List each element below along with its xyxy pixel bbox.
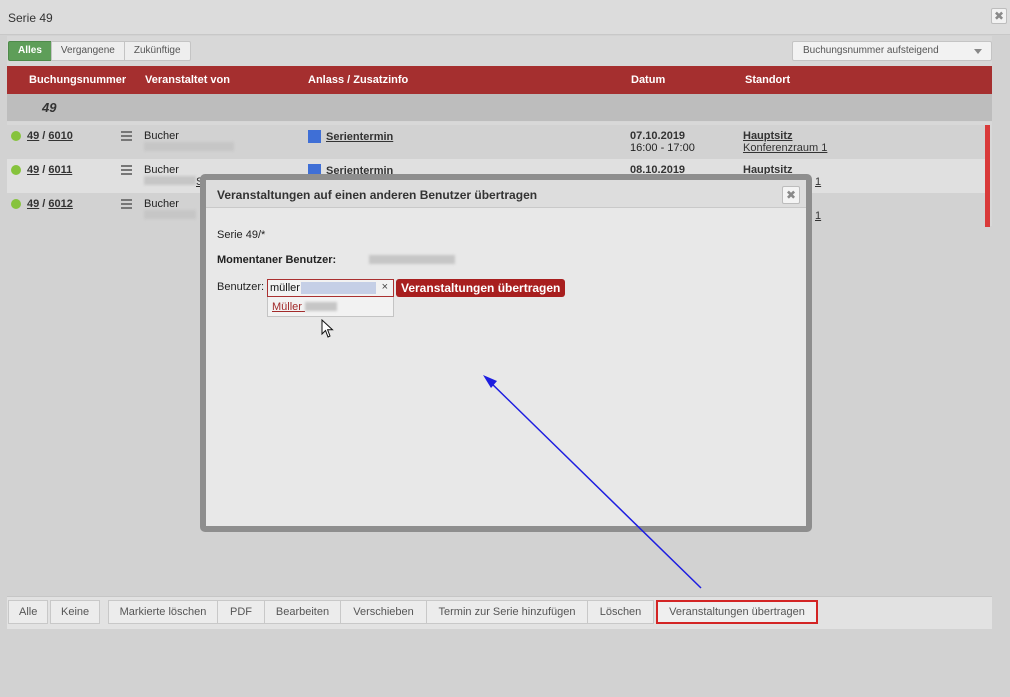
delete-marked-button[interactable]: Markierte löschen	[108, 600, 218, 624]
annotation-arrow	[483, 375, 702, 589]
transfer-events-button[interactable]: Veranstaltungen übertragen	[656, 600, 818, 624]
delete-button[interactable]: Löschen	[587, 600, 654, 624]
edit-button[interactable]: Bearbeiten	[264, 600, 341, 624]
move-button[interactable]: Verschieben	[340, 600, 427, 624]
select-none-button[interactable]: Keine	[50, 600, 100, 624]
select-all-button[interactable]: Alle	[8, 600, 48, 624]
pdf-button[interactable]: PDF	[217, 600, 265, 624]
add-to-series-button[interactable]: Termin zur Serie hinzufügen	[426, 600, 588, 624]
